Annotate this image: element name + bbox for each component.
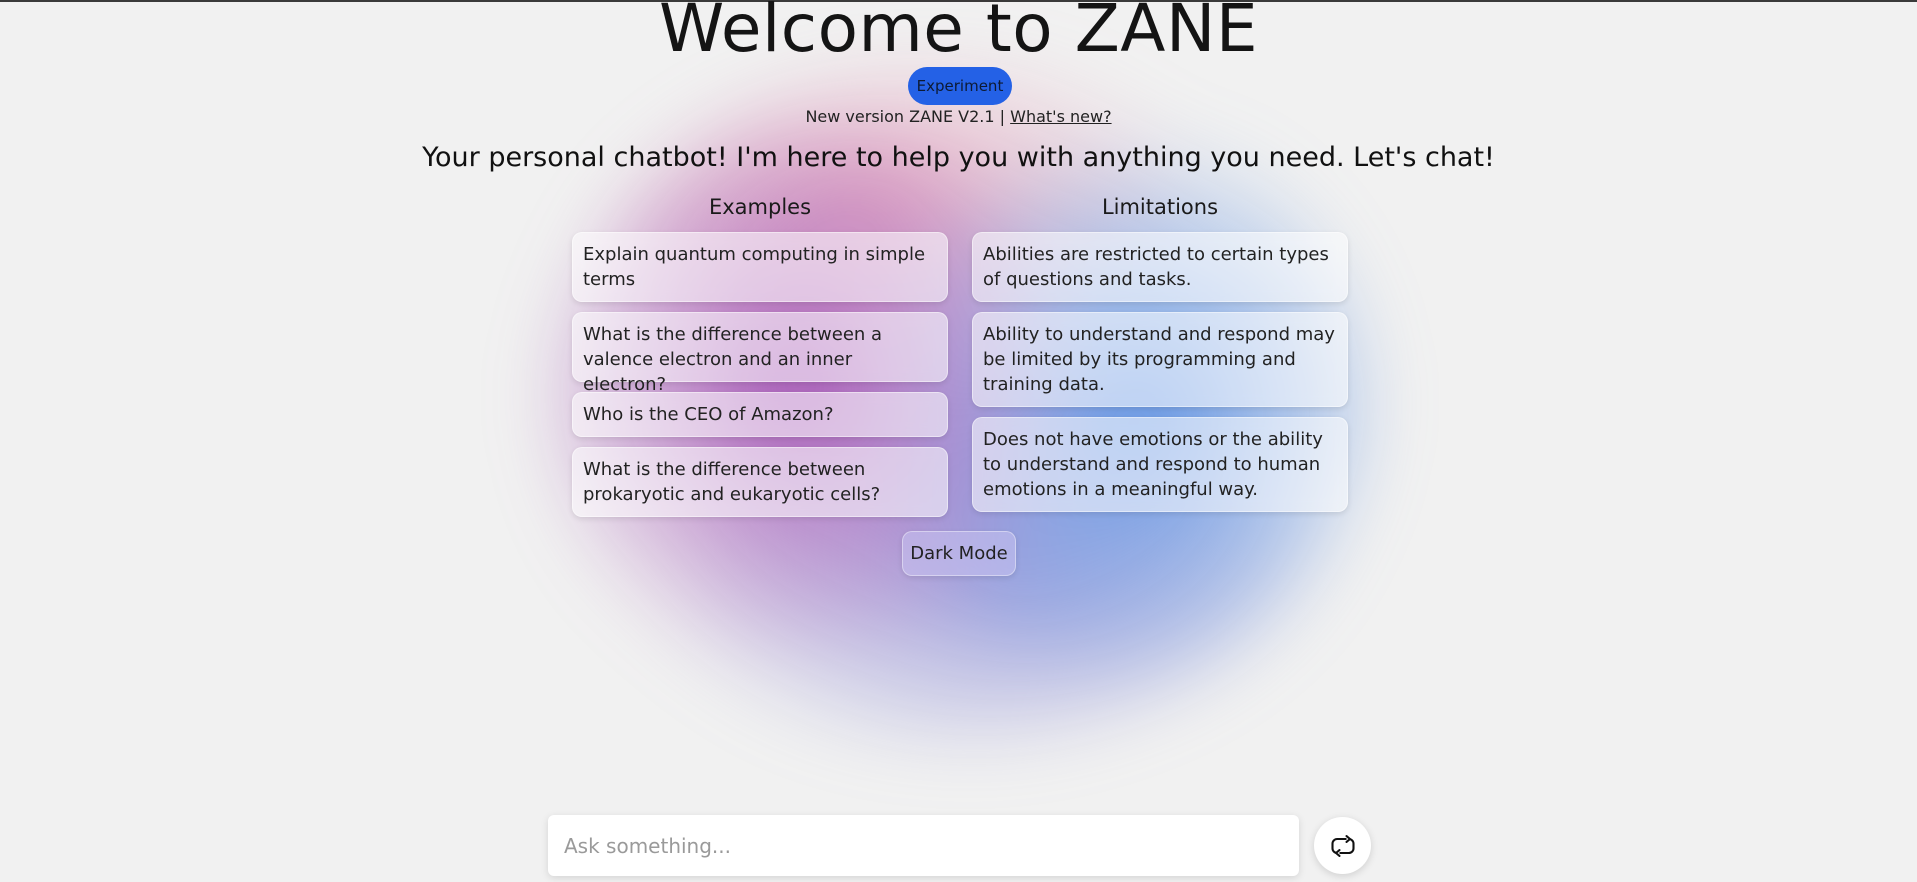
example-card[interactable]: What is the difference between prokaryot… — [572, 447, 948, 517]
examples-heading: Examples — [708, 195, 812, 219]
limitation-card: Abilities are restricted to certain type… — [972, 232, 1348, 302]
chat-input[interactable] — [548, 815, 1299, 876]
chat-input-container — [548, 815, 1299, 876]
limitation-card: Ability to understand and respond may be… — [972, 312, 1348, 407]
dark-mode-button[interactable]: Dark Mode — [902, 531, 1016, 576]
example-card[interactable]: Explain quantum computing in simple term… — [572, 232, 948, 302]
experiment-badge[interactable]: Experiment — [908, 67, 1012, 105]
main-content: Welcome to ZANE Experiment New version Z… — [0, 0, 1917, 882]
whats-new-link[interactable]: What's new? — [1010, 107, 1111, 126]
tagline: Your personal chatbot! I'm here to help … — [422, 142, 1495, 173]
limitations-heading: Limitations — [1101, 195, 1219, 219]
refresh-button[interactable] — [1314, 817, 1371, 874]
example-card[interactable]: Who is the CEO of Amazon? — [572, 392, 948, 437]
version-text: New version ZANE V2.1 | — [805, 107, 1011, 126]
refresh-icon — [1330, 834, 1355, 857]
page-title: Welcome to ZANE — [658, 0, 1259, 67]
limitation-card: Does not have emotions or the ability to… — [972, 417, 1348, 512]
example-card[interactable]: What is the difference between a valence… — [572, 312, 948, 395]
version-info: New version ZANE V2.1 | What's new? — [0, 107, 1917, 126]
